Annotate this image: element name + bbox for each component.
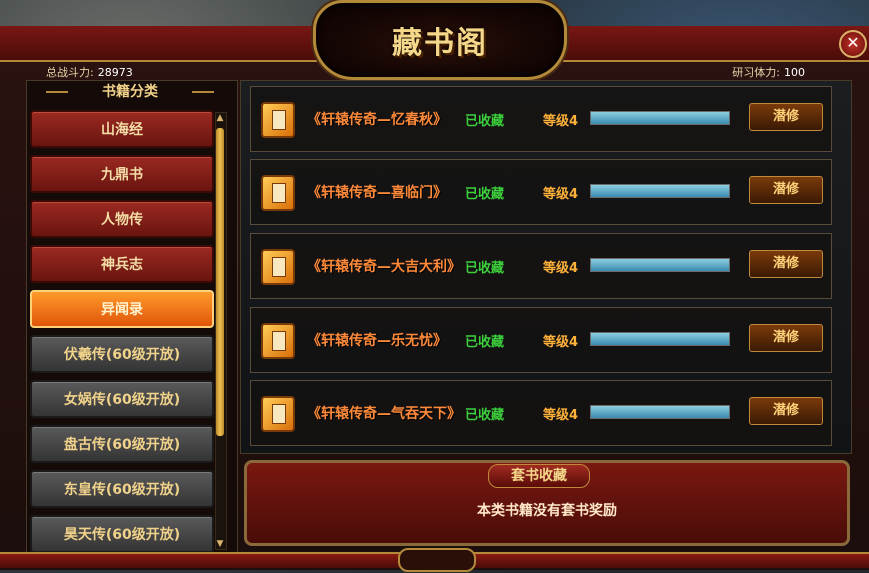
scroll-up-arrow-icon[interactable]: ▲ <box>214 112 226 124</box>
book-level: 等级4 <box>543 114 579 129</box>
book-status: 已收藏 <box>465 408 505 423</box>
total-power-label: 总战斗力: <box>46 66 94 79</box>
book-name: 《轩辕传奇—忆春秋》 <box>307 112 447 128</box>
book-progress-fill <box>591 406 729 418</box>
category-item[interactable]: 昊天传(60级开放) <box>30 515 214 553</box>
book-progress-fill <box>591 185 729 197</box>
title-plaque: 藏书阁 <box>313 0 567 80</box>
book-level: 等级4 <box>543 335 579 350</box>
book-icon[interactable] <box>261 323 295 359</box>
category-item[interactable]: 女娲传(60级开放) <box>30 380 214 418</box>
window-title: 藏书阁 <box>392 26 488 61</box>
category-list: 山海经九鼎书人物传神兵志异闻录伏羲传(60级开放) 女娲传(60级开放) 盘古传(6… <box>30 110 214 560</box>
study-stamina-stat: 研习体力: 100 <box>732 64 805 80</box>
category-item[interactable]: 东皇传(60级开放) <box>30 470 214 508</box>
study-button[interactable]: 潜修 <box>749 324 823 352</box>
book-progress-bar <box>590 332 730 346</box>
study-stamina-label: 研习体力: <box>732 66 780 79</box>
book-row: 《轩辕传奇—大吉大利》 已收藏 等级4 潜修 <box>250 233 832 299</box>
book-status: 已收藏 <box>465 335 505 350</box>
book-name: 《轩辕传奇—乐无忧》 <box>307 333 447 349</box>
category-item[interactable]: 盘古传(60级开放) <box>30 425 214 463</box>
book-name: 《轩辕传奇—气吞天下》 <box>307 406 461 422</box>
book-progress-bar <box>590 405 730 419</box>
book-row: 《轩辕传奇—乐无忧》 已收藏 等级4 潜修 <box>250 307 832 373</box>
category-item[interactable]: 伏羲传(60级开放) <box>30 335 214 373</box>
book-progress-fill <box>591 112 729 124</box>
book-row: 《轩辕传奇—喜临门》 已收藏 等级4 潜修 <box>250 159 832 225</box>
study-button[interactable]: 潜修 <box>749 250 823 278</box>
book-level: 等级4 <box>543 187 579 202</box>
book-progress-bar <box>590 184 730 198</box>
total-power-stat: 总战斗力: 28973 <box>46 64 133 80</box>
book-row: 《轩辕传奇—忆春秋》 已收藏 等级4 潜修 <box>250 86 832 152</box>
book-level: 等级4 <box>543 261 579 276</box>
book-status: 已收藏 <box>465 187 505 202</box>
category-item[interactable]: 九鼎书 <box>30 155 214 193</box>
book-icon[interactable] <box>261 102 295 138</box>
category-item[interactable]: 神兵志 <box>30 245 214 283</box>
book-progress-fill <box>591 333 729 345</box>
study-stamina-value: 100 <box>784 66 805 79</box>
set-collection-title: 套书收藏 <box>488 464 590 488</box>
book-name: 《轩辕传奇—喜临门》 <box>307 185 447 201</box>
book-icon[interactable] <box>261 396 295 432</box>
scroll-down-arrow-icon[interactable]: ▼ <box>214 538 226 550</box>
book-status: 已收藏 <box>465 261 505 276</box>
category-header: 书籍分类 <box>44 82 216 102</box>
category-scroll-thumb[interactable] <box>216 128 224 436</box>
book-progress-bar <box>590 258 730 272</box>
total-power-value: 28973 <box>97 66 133 79</box>
book-icon[interactable] <box>261 175 295 211</box>
book-progress-fill <box>591 259 729 271</box>
category-item[interactable]: 异闻录 <box>30 290 214 328</box>
book-row: 《轩辕传奇—气吞天下》 已收藏 等级4 潜修 <box>250 380 832 446</box>
study-button[interactable]: 潜修 <box>749 176 823 204</box>
book-progress-bar <box>590 111 730 125</box>
set-collection-description: 本类书籍没有套书奖励 <box>477 503 617 519</box>
book-name: 《轩辕传奇—大吉大利》 <box>307 259 461 275</box>
close-button[interactable]: ✕ <box>839 30 867 58</box>
book-icon[interactable] <box>261 249 295 285</box>
book-status: 已收藏 <box>465 114 505 129</box>
category-item[interactable]: 山海经 <box>30 110 214 148</box>
category-item[interactable]: 人物传 <box>30 200 214 238</box>
bottom-ornament <box>398 548 476 572</box>
study-button[interactable]: 潜修 <box>749 397 823 425</box>
study-button[interactable]: 潜修 <box>749 103 823 131</box>
book-level: 等级4 <box>543 408 579 423</box>
